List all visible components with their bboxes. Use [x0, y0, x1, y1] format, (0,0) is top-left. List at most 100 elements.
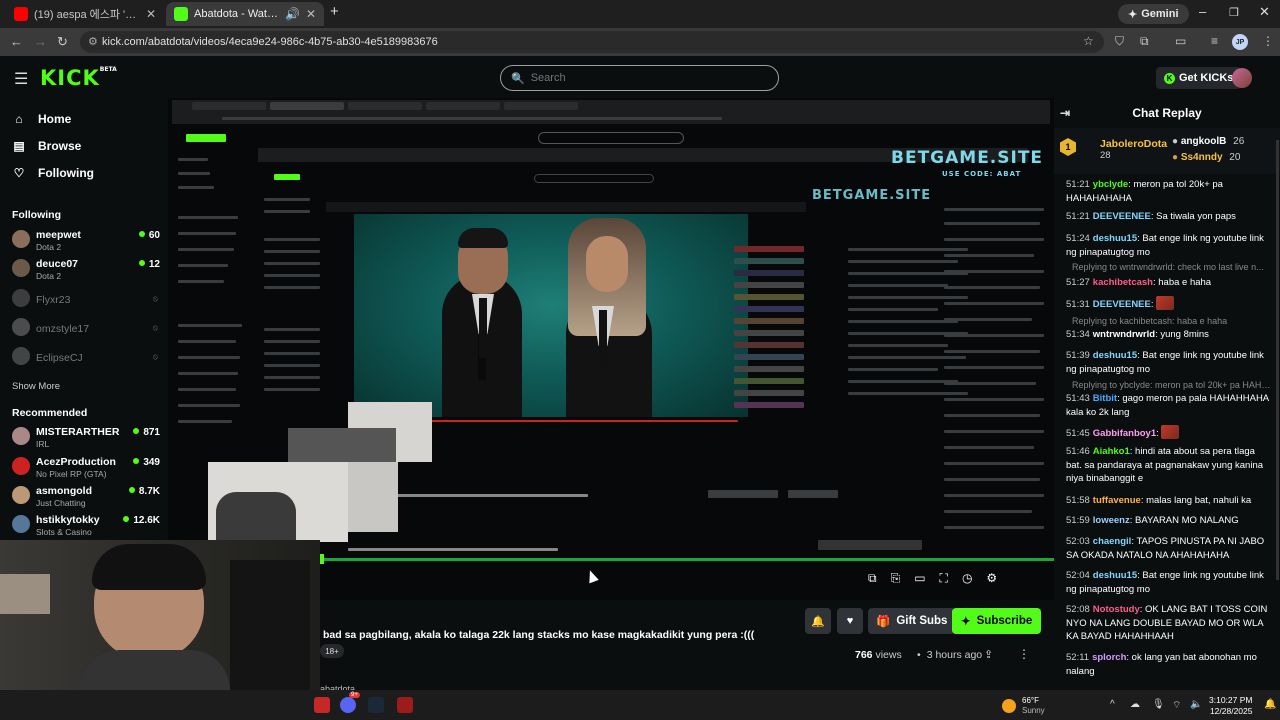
chat-message[interactable]: 51:39 deshuu15: Bat enge link ng youtube … — [1066, 349, 1272, 376]
chat-message[interactable]: 51:58 tuffavenue: malas lang bat, nahuli … — [1066, 494, 1272, 508]
settings-gear-icon[interactable]: ⚙ — [986, 571, 997, 585]
back-icon[interactable]: ← — [10, 34, 23, 49]
theater-mode-icon[interactable]: ▭ — [914, 571, 925, 585]
tab-kick[interactable]: Abatdota - Watch the VOD 🔊 ✕ — [166, 2, 324, 26]
search-box[interactable]: 🔍 — [500, 65, 779, 91]
more-options-icon[interactable]: ⋮ — [1018, 647, 1030, 661]
chat-username[interactable]: Notostudy — [1093, 604, 1140, 615]
chat-message[interactable]: 51:34 wntrwndrwrld: yung 8mins — [1066, 328, 1272, 342]
chat-message[interactable]: 52:03 chaengil: TAPOS PINUSTA PA NI JABO … — [1066, 535, 1272, 562]
notification-bell-button[interactable]: 🔔 — [805, 608, 831, 634]
notifications-icon[interactable]: 🔔 — [1264, 699, 1276, 710]
sidebar-channel-misterarther[interactable]: MISTERARTHER IRL 871 — [12, 424, 160, 450]
chat-message[interactable]: 51:27 kachibetcash: haba e haha — [1066, 276, 1272, 290]
chat-username[interactable]: loweenz — [1093, 515, 1130, 526]
nav-following[interactable]: ♡ Following — [12, 166, 94, 180]
extensions-icon[interactable]: ⧉ — [1140, 34, 1149, 49]
chat-username[interactable]: deshuu15 — [1093, 233, 1137, 244]
chat-message[interactable]: 51:24 deshuu15: Bat enge link ng youtube … — [1066, 232, 1272, 259]
chat-username[interactable]: kachibetcash — [1093, 277, 1153, 288]
minimize-icon[interactable]: – — [1199, 4, 1206, 19]
mic-icon[interactable]: 🎙 — [1152, 699, 1165, 710]
nav-home[interactable]: ⌂ Home — [12, 112, 71, 126]
chat-message[interactable]: 51:45 Gabbifanboy1: — [1066, 425, 1272, 441]
dota-icon[interactable] — [397, 697, 413, 713]
chat-scrollbar[interactable] — [1276, 140, 1279, 580]
nav-browse[interactable]: ▤ Browse — [12, 139, 81, 153]
chevron-up-icon[interactable]: ^ — [1110, 699, 1115, 710]
leaderboard-second[interactable]: ● angkoolB 26 — [1172, 136, 1244, 147]
gift-subs-button[interactable]: 🎁 Gift Subs — [868, 608, 956, 634]
sidebar-channel-eclipsecj[interactable]: EclipseCJ ⦸ — [12, 344, 160, 370]
shield-extension-icon[interactable]: ⛉ — [1115, 34, 1124, 49]
kick-logo[interactable]: KICKBETA — [40, 66, 117, 90]
video-progress-bar[interactable] — [320, 558, 1054, 561]
discord-icon[interactable]: 9+ — [340, 692, 360, 713]
sidebar-channel-asmongold[interactable]: asmongold Just Chatting 8.7K — [12, 483, 160, 509]
chat-username[interactable]: deshuu15 — [1093, 570, 1137, 581]
chat-username[interactable]: Bitbit — [1093, 393, 1117, 404]
sidebar-channel-omzstyle17[interactable]: omzstyle17 ⦸ — [12, 315, 160, 341]
sidebar-channel-flyxr23[interactable]: Flyxr23 ⦸ — [12, 286, 160, 312]
chat-username[interactable]: DEEVEENEE — [1093, 299, 1151, 310]
leaderboard-third[interactable]: ● Ss4nndy 20 — [1172, 152, 1240, 163]
chat-message[interactable]: 52:08 Notostudy: OK LANG BAT I TOSS COIN … — [1066, 603, 1272, 644]
chat-username[interactable]: chaengil — [1093, 536, 1132, 547]
video-player[interactable]: BETGAME.SITE USE CODE: ABAT BETGAME.SITE… — [168, 98, 1054, 600]
media-controls-icon[interactable]: ≡ — [1211, 34, 1218, 48]
sidebar-channel-meepwet[interactable]: meepwet Dota 2 60 — [12, 227, 160, 253]
chat-username[interactable]: Aiahko1 — [1093, 446, 1130, 457]
cast-icon[interactable]: ▭ — [1175, 34, 1186, 48]
chat-username[interactable]: deshuu15 — [1093, 350, 1137, 361]
url-field[interactable]: ⚙ kick.com/abatdota/videos/4eca9e24-986c… — [80, 31, 1104, 53]
get-kicks-button[interactable]: K Get KICKs — [1156, 67, 1242, 89]
leaderboard-first[interactable]: 1 JaboleroDota 28 — [1060, 138, 1167, 161]
restore-icon[interactable]: ❐ — [1229, 6, 1239, 19]
bookmark-star-icon[interactable]: ☆ — [1083, 34, 1094, 48]
pip-icon[interactable]: ⧉ — [868, 571, 877, 586]
system-clock[interactable]: 3:10:27 PM 12/28/2025 — [1209, 695, 1252, 717]
chat-username[interactable]: Gabbifanboy1 — [1093, 428, 1156, 439]
user-avatar[interactable] — [1232, 68, 1252, 88]
chat-message[interactable]: 51:43 Bitbit: gago meron pa pala HAHAHHAH… — [1066, 392, 1272, 419]
chat-message[interactable]: 51:46 Aiahko1: hindi ata about sa pera tl… — [1066, 445, 1272, 486]
cloud-icon[interactable]: ☁ — [1130, 699, 1140, 710]
forward-icon[interactable]: → — [34, 34, 47, 49]
close-tab-icon[interactable]: ✕ — [146, 7, 156, 21]
playback-speed-icon[interactable]: ◷ — [962, 571, 972, 585]
close-tab-icon[interactable]: ✕ — [306, 7, 316, 21]
chat-message[interactable]: 51:31 DEEVEENEE: — [1066, 296, 1272, 312]
audio-icon[interactable]: 🔊 — [285, 7, 300, 21]
clip-icon[interactable]: ⎘ — [891, 571, 901, 586]
show-more-link[interactable]: Show More — [12, 381, 60, 392]
search-input[interactable] — [530, 72, 751, 84]
chat-username[interactable]: wntrwndrwrld — [1093, 329, 1155, 340]
profile-avatar[interactable]: JP — [1232, 34, 1248, 50]
gemini-button[interactable]: ✦ Gemini — [1118, 4, 1189, 24]
chat-username[interactable]: DEEVEENEE — [1093, 211, 1151, 222]
wifi-icon[interactable]: ⌔ — [1172, 699, 1181, 712]
fullscreen-icon[interactable]: ⛶ — [940, 571, 948, 586]
sidebar-channel-hstikkytokky[interactable]: hstikkytokky Slots & Casino 12.6K — [12, 512, 160, 538]
collapse-chat-icon[interactable]: ⇥ — [1060, 106, 1070, 120]
new-tab-icon[interactable]: + — [330, 3, 339, 20]
app-icon[interactable] — [314, 697, 330, 713]
sidebar-channel-deuce07[interactable]: deuce07 Dota 2 12 — [12, 256, 160, 282]
subscribe-button[interactable]: ✦ Subscribe — [952, 608, 1042, 634]
tab-youtube[interactable]: (19) aespa 에스파 'Dirty Work' M ✕ — [6, 2, 164, 26]
chat-message[interactable]: 51:21 DEEVEENEE: Sa tiwala yon paps — [1066, 210, 1272, 224]
chat-message[interactable]: 52:04 deshuu15: Bat enge link ng youtube … — [1066, 569, 1272, 596]
close-window-icon[interactable]: ✕ — [1259, 4, 1270, 20]
follow-heart-button[interactable]: ♥ — [837, 608, 863, 634]
sidebar-channel-acezproduction[interactable]: AcezProduction No Pixel RP (GTA) 349 — [12, 454, 160, 480]
weather-widget[interactable]: 66°F Sunny — [1002, 696, 1045, 716]
volume-icon[interactable]: 🔈 — [1190, 699, 1202, 710]
chat-message[interactable]: 51:21 ybclyde: meron pa tol 20k+ pa HAHAH… — [1066, 178, 1272, 205]
reload-icon[interactable]: ↻ — [57, 34, 68, 50]
chat-message[interactable]: 52:11 splorch: ok lang yan bat abonohan m… — [1066, 651, 1272, 678]
chat-message[interactable]: 51:59 loweenz: BAYARAN MO NALANG — [1066, 514, 1272, 528]
chat-username[interactable]: splorch — [1092, 652, 1126, 663]
chat-username[interactable]: tuffavenue — [1093, 495, 1141, 506]
steam-icon[interactable] — [368, 697, 384, 713]
more-menu-icon[interactable]: ⋮ — [1262, 34, 1274, 48]
